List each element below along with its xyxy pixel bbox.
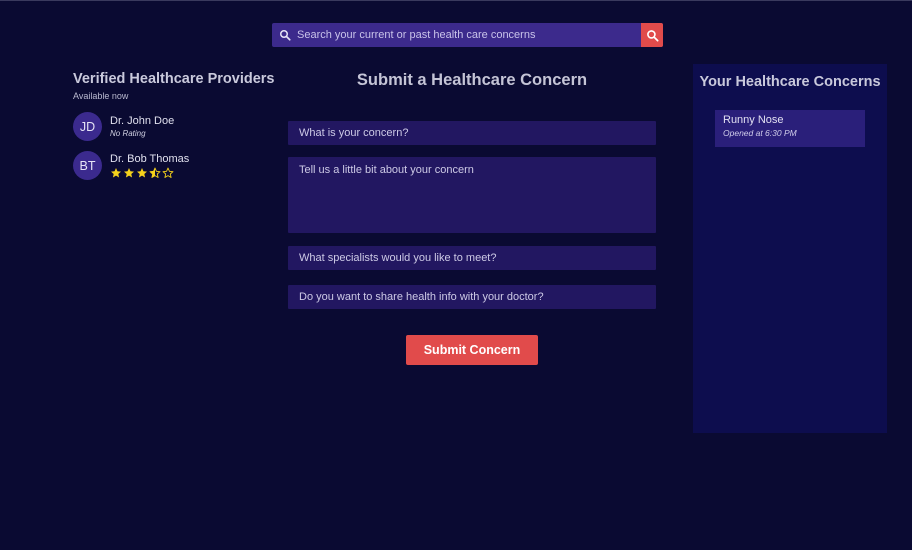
providers-subtitle: Available now xyxy=(73,91,129,101)
specialists-input[interactable] xyxy=(288,246,656,270)
search-button[interactable] xyxy=(641,23,663,47)
page: Verified Healthcare Providers Available … xyxy=(0,0,912,550)
concern-name: Runny Nose xyxy=(723,114,784,126)
concern-opened-time: Opened at 6:30 PM xyxy=(723,128,797,138)
provider-rating-text: No Rating xyxy=(110,128,146,138)
star-half-icon xyxy=(149,167,161,178)
provider-info: Dr. John Doe No Rating xyxy=(110,115,174,139)
star-full-icon xyxy=(111,167,121,177)
concerns-panel: Your Healthcare Concerns Runny Nose Open… xyxy=(693,64,887,433)
share-health-info-input[interactable] xyxy=(288,285,656,309)
provider-info: Dr. Bob Thomas xyxy=(110,153,189,179)
star-full-icon xyxy=(124,167,134,177)
form-title: Submit a Healthcare Concern xyxy=(356,71,588,89)
star-rating xyxy=(110,167,189,179)
provider-item[interactable]: BT Dr. Bob Thomas xyxy=(73,151,273,180)
concern-details-textarea[interactable] xyxy=(288,157,656,233)
search-icon xyxy=(646,29,659,42)
search-bar xyxy=(272,23,663,47)
providers-panel: Verified Healthcare Providers Available … xyxy=(73,71,275,180)
avatar: JD xyxy=(73,112,102,141)
providers-title: Verified Healthcare Providers xyxy=(73,71,275,87)
star-empty-icon xyxy=(162,167,174,178)
concerns-title: Your Healthcare Concerns xyxy=(699,74,881,90)
submit-concern-button[interactable]: Submit Concern xyxy=(406,335,538,365)
concern-card[interactable]: Runny Nose Opened at 6:30 PM xyxy=(715,110,865,147)
star-full-icon xyxy=(137,167,147,177)
search-icon xyxy=(280,30,291,41)
search-input[interactable] xyxy=(297,23,641,47)
provider-item[interactable]: JD Dr. John Doe No Rating xyxy=(73,112,273,141)
provider-name: Dr. Bob Thomas xyxy=(110,152,190,165)
provider-name: Dr. John Doe xyxy=(110,114,175,127)
avatar: BT xyxy=(73,151,102,180)
concern-input[interactable] xyxy=(288,121,656,145)
